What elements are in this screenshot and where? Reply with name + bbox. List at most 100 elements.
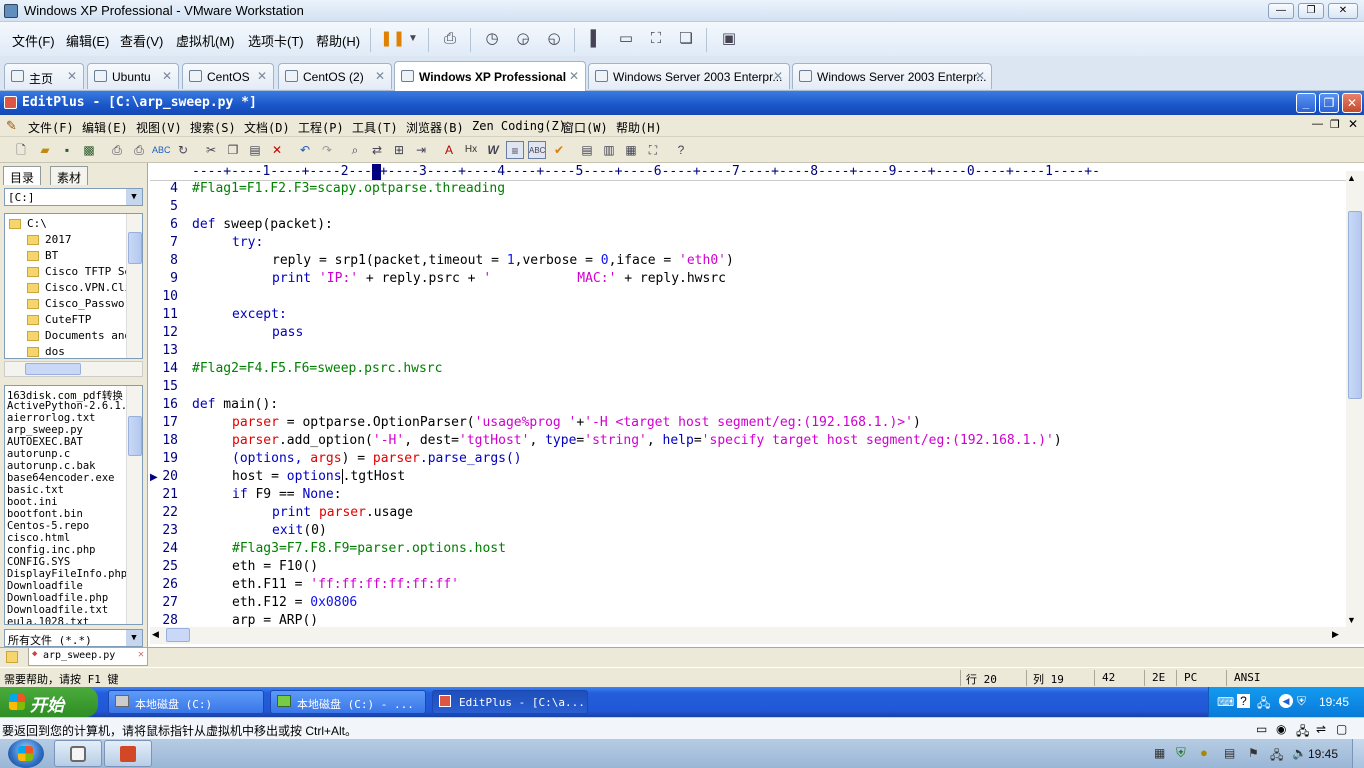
snapshot-icon[interactable]: ◷ [481,28,503,50]
file-item[interactable]: ActivePython-2.6.1.1 [7,400,133,412]
menu-edit[interactable]: 编辑(E) [82,119,128,136]
open-folder-icon[interactable]: ▰ [36,141,54,159]
mdi-restore-icon[interactable]: ❐ [1330,118,1340,131]
scroll-thumb[interactable] [166,628,190,642]
find-icon[interactable]: ⌕ [346,141,364,159]
taskbar-item-local-disk-2[interactable]: 本地磁盘 (C:) - ... [270,690,426,714]
mdi-minimize-icon[interactable]: — [1312,118,1323,130]
close-icon[interactable]: ✕ [67,69,77,83]
file-item[interactable]: cisco.html [7,532,70,544]
menu-zen-coding[interactable]: Zen Coding(Z) [472,119,566,133]
menu-vm[interactable]: 虚拟机(M) [176,31,235,50]
security-icon[interactable]: ⛨ [1176,745,1186,761]
browser-icon[interactable]: ↻ [174,141,192,159]
redo-icon[interactable]: ↷ [318,141,336,159]
tab-windows-server-2003-a[interactable]: Windows Server 2003 Enterpr... ✕ [588,63,790,89]
goto-line-icon[interactable]: ⇥ [412,141,430,159]
menu-file[interactable]: 文件(F) [12,31,55,50]
drive-select[interactable]: [C:] ▼ [4,188,143,206]
menu-window[interactable]: 窗口(W) [562,119,608,136]
file-item[interactable]: autorunp.c.bak [7,460,96,472]
menu-browser[interactable]: 浏览器(B) [406,119,464,136]
guest-screen[interactable]: EditPlus - [C:\arp_sweep.py *] _ ❐ ✕ ✎ 文… [0,91,1364,717]
word-wrap-icon[interactable]: W [484,141,502,159]
save-all-icon[interactable]: ▩ [80,141,98,159]
shield-icon[interactable]: ⛨ [1297,694,1306,709]
chevron-down-icon[interactable]: ▼ [402,28,424,50]
volume-icon[interactable]: 🔈 [1292,746,1307,760]
menu-help[interactable]: 帮助(H) [616,119,662,136]
taskbar-powerpoint[interactable] [104,740,152,767]
dir-item[interactable]: BT [45,249,58,262]
menu-file[interactable]: 文件(F) [28,119,74,136]
check-icon[interactable]: ✔ [550,141,568,159]
menu-tabs[interactable]: 选项卡(T) [248,31,304,50]
taskbar-item-local-disk[interactable]: 本地磁盘 (C:) [108,690,264,714]
windows-start-orb[interactable] [8,739,44,768]
tab-centos-2[interactable]: CentOS (2) ✕ [278,63,392,89]
font-icon[interactable]: A [440,141,458,159]
chevron-left-icon[interactable]: ◀ [1279,694,1293,708]
file-item[interactable]: base64encoder.exe [7,472,114,484]
file-item[interactable]: AUTOEXEC.BAT [7,436,83,448]
file-item[interactable]: config.inc.php [7,544,96,556]
tab-windows-server-2003-b[interactable]: Windows Server 2003 Enterpr... ✕ [792,63,992,89]
close-icon[interactable]: ✕ [773,69,783,83]
tab-cliptext[interactable]: 素材 [50,166,89,185]
dir-scrollbar[interactable] [126,214,142,358]
editor-hscrollbar[interactable]: ◀ ▶ [150,627,1364,644]
delete-icon[interactable]: ✕ [268,141,286,159]
dir-item[interactable]: dos [45,345,65,358]
maximize-button[interactable]: ❐ [1298,3,1324,19]
menu-help[interactable]: 帮助(H) [316,31,360,50]
tray-icon[interactable]: ● [1200,745,1208,760]
file-item[interactable]: eula.1028.txt [7,616,89,624]
spellcheck-icon[interactable]: ABC [152,141,171,159]
cd-drive-icon[interactable]: ◉ [1276,722,1286,736]
dir-item[interactable]: Cisco_Passwor [45,297,131,310]
help-icon[interactable]: ? [1237,694,1250,708]
start-button[interactable]: 开始 [0,687,98,717]
menu-search[interactable]: 搜索(S) [190,119,236,136]
maximize-button[interactable]: ❐ [1319,93,1339,113]
action-center-icon[interactable]: ⚑ [1248,746,1259,760]
fullscreen-icon[interactable]: ⛶ [644,141,662,159]
file-filter-select[interactable]: 所有文件 (*.*) ▼ [4,629,143,647]
dir-item[interactable]: CuteFTP [45,313,91,326]
tab-centos[interactable]: CentOS ✕ [182,63,274,89]
network-icon[interactable]: 🖧 [1257,694,1270,715]
minimize-button[interactable]: — [1268,3,1294,19]
close-icon[interactable]: ✕ [138,649,144,660]
close-icon[interactable]: ✕ [975,69,985,83]
snapshot-manager-icon[interactable]: ◵ [543,28,565,50]
cliptext-window-icon[interactable]: ▦ [622,141,640,159]
copy-icon[interactable]: ❐ [224,141,242,159]
code-editor[interactable]: 4 5 6 7 8 9 10 11 12 13 14 15 16 17 18 1… [150,181,1346,627]
dir-hscrollbar[interactable] [4,361,143,377]
file-item[interactable]: Downloadfile [7,580,83,592]
close-button[interactable]: ✕ [1328,3,1358,19]
file-item[interactable]: aierrorlog.txt [7,412,96,424]
menu-view[interactable]: 查看(V) [120,31,163,50]
file-item[interactable]: Downloadfile.php [7,592,108,604]
scroll-thumb[interactable] [1348,211,1362,399]
menu-tools[interactable]: 工具(T) [352,119,398,136]
dir-item[interactable]: Cisco TFTP Se [45,265,131,278]
undo-icon[interactable]: ↶ [296,141,314,159]
fullscreen-icon[interactable]: ⛶ [645,28,667,50]
menu-view[interactable]: 视图(V) [136,119,182,136]
revert-snapshot-icon[interactable]: ◶ [512,28,534,50]
dir-item[interactable]: Cisco.VPN.Cli [45,281,131,294]
menu-project[interactable]: 工程(P) [298,119,344,136]
send-ctrl-alt-del-icon[interactable]: ⎙ [439,28,461,50]
tray-app-icon[interactable]: ▦ [1154,746,1165,760]
scroll-thumb[interactable] [25,363,81,375]
file-item[interactable]: arp_sweep.py [7,424,83,436]
pause-icon[interactable]: ❚❚ [380,28,405,50]
directory-window-icon[interactable]: ▥ [600,141,618,159]
scroll-left-icon[interactable]: ◀ [152,629,159,640]
file-item[interactable]: bootfont.bin [7,508,83,520]
hex-icon[interactable]: Hx [462,141,480,159]
file-item[interactable]: Centos-5.repo [7,520,89,532]
usb-icon[interactable]: ⇌ [1316,722,1326,736]
